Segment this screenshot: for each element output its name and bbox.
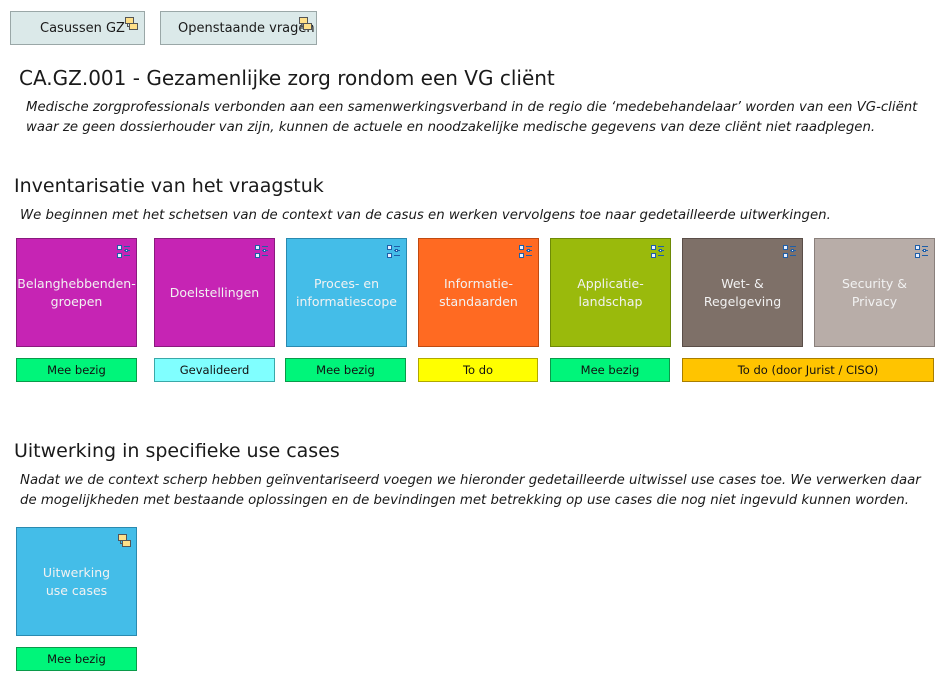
tile-0[interactable]: Belanghebbenden- groepen — [16, 238, 137, 347]
openstaande-vragen-button[interactable]: Openstaande vragen — [160, 11, 317, 45]
page-description-line-2: waar ze geen dossierhouder van zijn, kun… — [26, 120, 876, 135]
tile-label: Security & Privacy — [841, 275, 908, 309]
list-view-icon — [117, 245, 130, 258]
page-description-line-1: Medische zorgprofessionals verbonden aan… — [26, 100, 918, 115]
tile-label: Informatie- standaarden — [439, 275, 518, 309]
submodel-icon — [125, 17, 138, 30]
tile-1[interactable]: Doelstellingen — [154, 238, 275, 347]
section-heading-uitwerking: Uitwerking in specifieke use cases — [14, 440, 340, 462]
tile-label: Belanghebbenden- groepen — [17, 275, 136, 309]
list-view-icon — [783, 245, 796, 258]
section-description-uitwerking-line-1: Nadat we de context scherp hebben geïnve… — [20, 473, 921, 488]
status-badge-uitwerking: Mee bezig — [16, 647, 137, 671]
tile-6[interactable]: Security & Privacy — [814, 238, 935, 347]
tile-4[interactable]: Applicatie- landschap — [550, 238, 671, 347]
list-view-icon — [255, 245, 268, 258]
status-badge: Gevalideerd — [154, 358, 275, 382]
section-heading-inventarisatie: Inventarisatie van het vraagstuk — [14, 175, 324, 197]
casussen-gz-button[interactable]: Casussen GZ — [10, 11, 145, 45]
submodel-icon — [118, 534, 131, 547]
list-view-icon — [915, 245, 928, 258]
page-title: CA.GZ.001 - Gezamenlijke zorg rondom een… — [19, 66, 555, 90]
section-description-inventarisatie: We beginnen met het schetsen van de cont… — [20, 208, 831, 223]
tile-2[interactable]: Proces- en informatiescope — [286, 238, 407, 347]
section-description-uitwerking-line-2: de mogelijkheden met bestaande oplossing… — [20, 493, 909, 508]
tile-5[interactable]: Wet- & Regelgeving — [682, 238, 803, 347]
tile-label: Proces- en informatiescope — [296, 275, 397, 309]
casussen-gz-label: Casussen GZ — [40, 21, 125, 36]
list-view-icon — [651, 245, 664, 258]
list-view-icon — [387, 245, 400, 258]
tile-label: Wet- & Regelgeving — [703, 275, 782, 309]
tile-label: Doelstellingen — [169, 284, 260, 300]
status-badge: Mee bezig — [285, 358, 406, 382]
status-badge: Mee bezig — [550, 358, 670, 382]
tile-3[interactable]: Informatie- standaarden — [418, 238, 539, 347]
status-badge: To do — [418, 358, 538, 382]
tile-uitwerking-use-cases[interactable]: Uitwerking use cases — [16, 527, 137, 636]
tile-label: Applicatie- landschap — [577, 275, 644, 309]
list-view-icon — [519, 245, 532, 258]
tile-label: Uitwerking use cases — [42, 564, 111, 598]
status-badge: To do (door Jurist / CISO) — [682, 358, 934, 382]
openstaande-vragen-label: Openstaande vragen — [178, 21, 315, 36]
submodel-icon — [299, 17, 312, 30]
status-badge: Mee bezig — [16, 358, 137, 382]
